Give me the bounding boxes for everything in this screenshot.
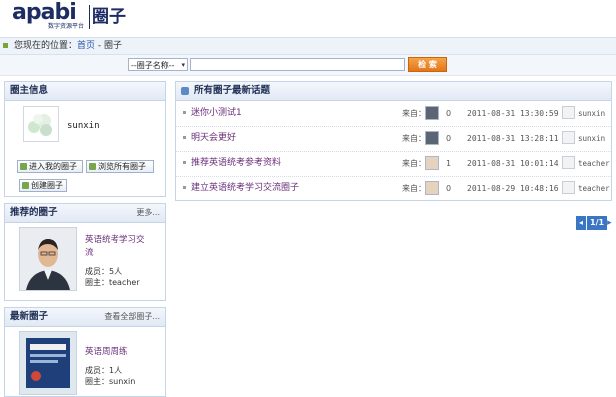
topic-reply-count: 0 — [446, 109, 452, 118]
bullet-icon — [183, 111, 186, 114]
topic-from-label: 来自： — [402, 159, 426, 168]
topic-from-label: 来自： — [402, 109, 426, 118]
breadcrumb-current: 圈子 — [104, 41, 123, 51]
logo-text: apabi — [12, 0, 77, 25]
default-avatar-icon — [28, 114, 52, 136]
author-avatar-icon[interactable] — [562, 156, 575, 169]
browse-circles-label: 浏览所有圈子 — [98, 162, 146, 171]
latest-circles-panel: 最新圈子 查看全部圈子... 英语周周练 成员：1人 圈主：sunxin — [4, 307, 166, 397]
breadcrumb-prefix: 您现在的位置： — [14, 41, 78, 51]
topic-row: 迷你小测试1 来自： 0 2011-08-31 13:30:59 sunxin — [176, 101, 611, 127]
circle-thumbnail-icon[interactable] — [425, 156, 439, 170]
person-photo-icon — [20, 228, 76, 290]
breadcrumb-text: 您现在的位置：首页 - 圈子 — [14, 38, 122, 54]
browse-circles-icon — [89, 163, 96, 170]
topic-author: sunxin — [578, 109, 606, 118]
recommended-circle-name-line2[interactable]: 流 — [85, 247, 94, 260]
enter-my-circle-button[interactable]: 进入我的圈子 — [17, 160, 83, 173]
recommended-circle-name-line1[interactable]: 英语统考学习交 — [85, 234, 145, 247]
latest-topics-panel: 所有圈子最新话题 迷你小测试1 来自： 0 2011-08-31 13:30:5… — [175, 81, 612, 201]
circle-thumbnail-icon[interactable] — [425, 106, 439, 120]
circle-thumbnail-icon[interactable] — [425, 181, 439, 195]
topic-row: 建立英语统考学习交流圈子 来自： 0 2011-08-29 10:48:16 t… — [176, 176, 611, 201]
topics-panel-header: 所有圈子最新话题 — [176, 82, 611, 101]
next-page-icon[interactable]: ▸ — [607, 216, 616, 230]
topic-title-link[interactable]: 明天会更好 — [191, 126, 236, 151]
author-avatar-icon[interactable] — [562, 181, 575, 194]
logo-tagline: 数字资源平台 — [48, 23, 85, 30]
recommended-circle-thumbnail[interactable] — [19, 227, 77, 291]
enter-circle-label: 进入我的圈子 — [29, 162, 77, 171]
topic-reply-count: 1 — [446, 159, 452, 168]
owner-username: sunxin — [67, 121, 100, 131]
topic-author: teacher — [578, 184, 610, 193]
recommended-circle-owner: 圈主：teacher — [85, 278, 140, 287]
create-circle-icon — [22, 182, 29, 189]
circle-thumbnail-icon[interactable] — [425, 131, 439, 145]
browse-all-circles-button[interactable]: 浏览所有圈子 — [86, 160, 154, 173]
latest-circle-thumbnail[interactable] — [19, 331, 77, 395]
owner-info-panel: 圈主信息 sunxin 进入我的圈子 浏览所有圈子 创建圈子 — [4, 81, 166, 197]
topic-timestamp: 2011-08-31 13:28:11 — [467, 134, 559, 143]
author-avatar-icon[interactable] — [562, 131, 575, 144]
create-circle-button[interactable]: 创建圈子 — [19, 179, 67, 192]
breadcrumb-separator: - — [95, 41, 105, 51]
topic-row: 明天会更好 来自： 0 2011-08-31 13:28:11 sunxin — [176, 126, 611, 152]
circle-cover-image-icon — [20, 332, 76, 394]
breadcrumb-marker-icon — [3, 43, 8, 48]
owner-avatar — [23, 106, 59, 142]
enter-circle-icon — [20, 163, 27, 170]
latest-circle-owner: 圈主：sunxin — [85, 377, 136, 386]
view-all-circles-link[interactable]: 查看全部圈子... — [104, 308, 160, 326]
topic-reply-count: 0 — [446, 134, 452, 143]
latest-panel-header: 最新圈子 查看全部圈子... — [5, 308, 165, 327]
author-avatar-icon[interactable] — [562, 106, 575, 119]
topic-from-label: 来自： — [402, 184, 426, 193]
topic-timestamp: 2011-08-29 10:48:16 — [467, 184, 559, 193]
chevron-down-icon: ▾ — [181, 61, 185, 69]
topic-from-label: 来自： — [402, 134, 426, 143]
pagination: ◂ 1/1 ▸ — [576, 216, 616, 230]
prev-page-icon[interactable]: ◂ — [576, 216, 586, 230]
bullet-icon — [183, 161, 186, 164]
recommended-circles-panel: 推荐的圈子 更多... 英语统考学习交 流 成员：5人 圈主：teacher — [4, 203, 166, 301]
latest-circle-name[interactable]: 英语周周练 — [85, 346, 128, 359]
search-input[interactable] — [190, 58, 405, 71]
section-title: 圈子 — [92, 7, 126, 27]
topic-reply-count: 0 — [446, 184, 452, 193]
breadcrumb: 您现在的位置：首页 - 圈子 — [0, 37, 616, 55]
breadcrumb-home-link[interactable]: 首页 — [77, 41, 95, 51]
recommended-more-link[interactable]: 更多... — [136, 204, 160, 222]
topic-timestamp: 2011-08-31 13:30:59 — [467, 109, 559, 118]
topic-author: teacher — [578, 159, 610, 168]
bullet-icon — [183, 186, 186, 189]
create-circle-label: 创建圈子 — [31, 181, 63, 190]
search-bar: --圈子名称-- ▾ 检 索 — [0, 55, 616, 76]
topic-title-link[interactable]: 迷你小测试1 — [191, 101, 242, 126]
recommended-panel-header: 推荐的圈子 更多... — [5, 204, 165, 223]
bullet-icon — [183, 136, 186, 139]
topic-row: 推荐英语统考参考资料 来自： 1 2011-08-31 10:01:14 tea… — [176, 151, 611, 177]
latest-panel-title: 最新圈子 — [10, 311, 49, 322]
circle-select-value: --圈子名称-- — [131, 61, 175, 70]
circle-name-select[interactable]: --圈子名称-- ▾ — [128, 58, 188, 71]
search-button[interactable]: 检 索 — [408, 57, 447, 72]
page-header: apabi 数字资源平台 圈子 — [0, 0, 616, 34]
recommended-panel-title: 推荐的圈子 — [10, 207, 58, 218]
page-indicator: 1/1 — [587, 216, 608, 230]
topic-author: sunxin — [578, 134, 606, 143]
owner-panel-title: 圈主信息 — [5, 82, 165, 101]
topics-panel-title: 所有圈子最新话题 — [194, 85, 271, 96]
logo-divider — [89, 5, 90, 29]
topics-header-icon — [181, 87, 189, 95]
topic-timestamp: 2011-08-31 10:01:14 — [467, 159, 559, 168]
latest-circle-members: 成员：1人 — [85, 366, 123, 375]
topic-title-link[interactable]: 建立英语统考学习交流圈子 — [191, 176, 299, 201]
recommended-circle-members: 成员：5人 — [85, 267, 123, 276]
topic-title-link[interactable]: 推荐英语统考参考资料 — [191, 151, 281, 176]
